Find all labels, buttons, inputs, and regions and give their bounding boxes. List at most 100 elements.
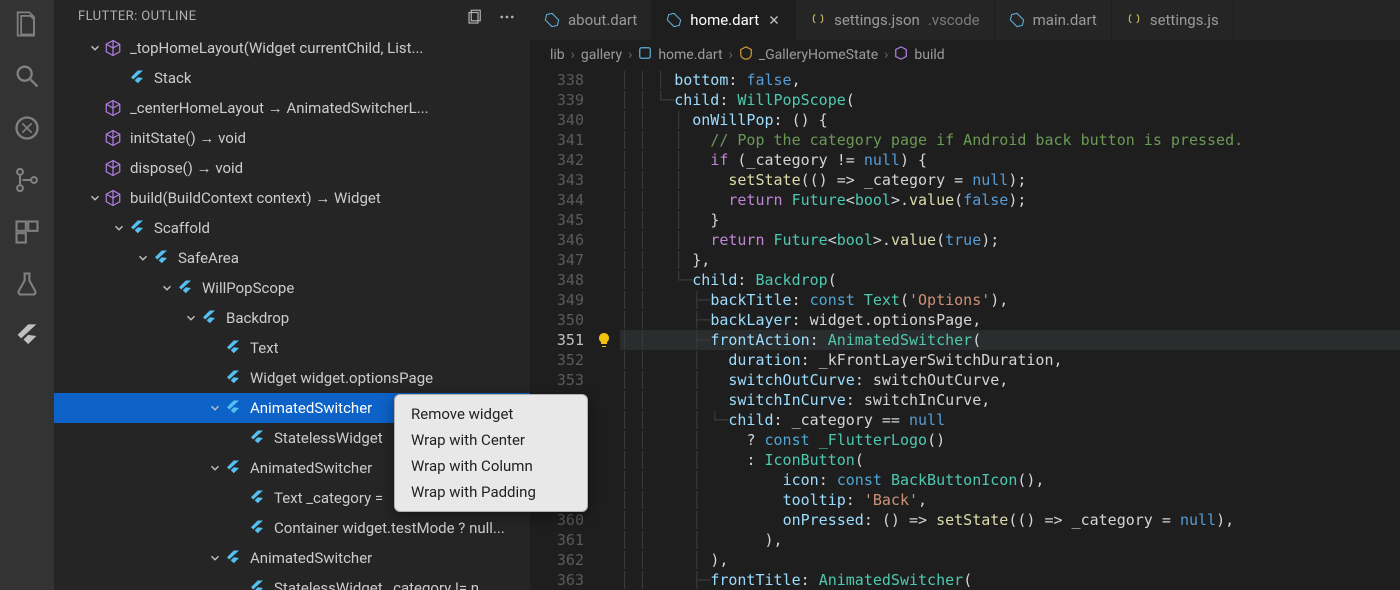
- files-icon[interactable]: [13, 10, 41, 38]
- code-line[interactable]: │ │ │ // Pop the category page if Androi…: [620, 130, 1400, 150]
- code-line[interactable]: │ │ └─child: WillPopScope(: [620, 90, 1400, 110]
- line-number: 361: [530, 530, 584, 550]
- outline-item-label: StatelessWidget _category != n...: [274, 579, 491, 590]
- source-control-icon[interactable]: [13, 166, 41, 194]
- close-icon[interactable]: [767, 13, 781, 27]
- context-menu-item[interactable]: Remove widget: [395, 401, 587, 427]
- breadcrumb[interactable]: lib›gallery›home.dart›_GalleryHomeState›…: [530, 40, 1400, 70]
- editor-tab[interactable]: main.dart: [995, 0, 1112, 40]
- code-line[interactable]: │ │ │ └─child: _category == null: [620, 410, 1400, 430]
- code-line[interactable]: │ │ │ }: [620, 210, 1400, 230]
- code-line[interactable]: │ │ │ : IconButton(: [620, 450, 1400, 470]
- editor-tab[interactable]: settings.js: [1112, 0, 1234, 40]
- method-icon: [104, 39, 122, 57]
- debug-icon[interactable]: [13, 114, 41, 142]
- code-line[interactable]: │ │ │ ),: [620, 530, 1400, 550]
- flutter-icon: [128, 69, 146, 87]
- code-line[interactable]: │ │ ├─backTitle: const Text('Options'),: [620, 290, 1400, 310]
- outline-item[interactable]: WillPopScope: [54, 273, 530, 303]
- code-line[interactable]: │ │ ├─frontAction: AnimatedSwitcher(: [620, 330, 1400, 350]
- outline-item[interactable]: Container widget.testMode ? null...: [54, 513, 530, 543]
- flutter-icon[interactable]: [13, 322, 41, 350]
- code-area[interactable]: 3383393403413423433443453463473483493503…: [530, 70, 1400, 590]
- outline-item-label: initState() → void: [130, 129, 246, 147]
- editor-group: about.darthome.dartsettings.json.vscodem…: [530, 0, 1400, 590]
- editor-tabs: about.darthome.dartsettings.json.vscode m…: [530, 0, 1400, 40]
- search-icon[interactable]: [13, 62, 41, 90]
- outline-item[interactable]: initState() → void: [54, 123, 530, 153]
- breadcrumb-segment[interactable]: gallery: [581, 47, 622, 63]
- code-line[interactable]: │ │ │ },: [620, 250, 1400, 270]
- breadcrumb-icon: [638, 46, 652, 64]
- code-line[interactable]: │ │ │ return Future<bool>.value(true);: [620, 230, 1400, 250]
- context-menu-item[interactable]: Wrap with Column: [395, 453, 587, 479]
- tab-label: main.dart: [1033, 11, 1097, 29]
- outline-item[interactable]: StatelessWidget _category != n...: [54, 573, 530, 590]
- code-line[interactable]: │ │ │ icon: const BackButtonIcon(),: [620, 470, 1400, 490]
- code-line[interactable]: │ │ │ duration: _kFrontLayerSwitchDurati…: [620, 350, 1400, 370]
- editor-tab[interactable]: settings.json.vscode: [796, 0, 995, 40]
- refactor-context-menu: Remove widgetWrap with CenterWrap with C…: [394, 394, 588, 512]
- extensions-icon[interactable]: [13, 218, 41, 246]
- code-line[interactable]: │ │ │ switchInCurve: switchInCurve,: [620, 390, 1400, 410]
- breadcrumb-segment[interactable]: build: [914, 47, 944, 63]
- breadcrumb-icon: [739, 46, 753, 64]
- flutter-icon: [248, 519, 266, 537]
- context-menu-item[interactable]: Wrap with Center: [395, 427, 587, 453]
- outline-item[interactable]: _centerHomeLayout → AnimatedSwitcherL...: [54, 93, 530, 123]
- outline-item[interactable]: Stack: [54, 63, 530, 93]
- code-line[interactable]: │ │ │ onWillPop: () {: [620, 110, 1400, 130]
- line-number: 347: [530, 250, 584, 270]
- outline-item-label: AnimatedSwitcher: [250, 399, 372, 417]
- beaker-icon[interactable]: [13, 270, 41, 298]
- method-icon: [104, 189, 122, 207]
- code-lines[interactable]: │ │ │ bottom: false,│ │ └─child: WillPop…: [620, 70, 1400, 590]
- tab-suffix: .vscode: [928, 11, 980, 29]
- code-line[interactable]: │ │ │ tooltip: 'Back',: [620, 490, 1400, 510]
- glyph-margin: [596, 70, 620, 590]
- line-number-gutter: 3383393403413423433443453463473483493503…: [530, 70, 596, 590]
- code-line[interactable]: │ │ ├─frontTitle: AnimatedSwitcher(: [620, 570, 1400, 590]
- breadcrumb-segment[interactable]: _GalleryHomeState: [759, 47, 878, 63]
- line-number: 338: [530, 70, 584, 90]
- outline-item[interactable]: Text: [54, 333, 530, 363]
- editor-tab[interactable]: home.dart: [652, 0, 796, 40]
- outline-item-label: Backdrop: [226, 309, 289, 327]
- outline-item-label: dispose() → void: [130, 159, 243, 177]
- outline-item[interactable]: Scaffold: [54, 213, 530, 243]
- flutter-icon: [224, 339, 242, 357]
- outline-item-label: Text _category =: [274, 489, 383, 507]
- outline-item[interactable]: Widget widget.optionsPage: [54, 363, 530, 393]
- breadcrumb-segment[interactable]: lib: [550, 47, 565, 63]
- outline-item-label: AnimatedSwitcher: [250, 459, 372, 477]
- lightbulb-icon[interactable]: [596, 332, 612, 348]
- outline-item[interactable]: _topHomeLayout(Widget currentChild, List…: [54, 33, 530, 63]
- code-line[interactable]: │ │ │ return Future<bool>.value(false);: [620, 190, 1400, 210]
- method-icon: [104, 159, 122, 177]
- code-line[interactable]: │ │ │ switchOutCurve: switchOutCurve,: [620, 370, 1400, 390]
- code-line[interactable]: │ │ └─child: Backdrop(: [620, 270, 1400, 290]
- outline-item-label: Scaffold: [154, 219, 210, 237]
- code-line[interactable]: │ │ ├─backLayer: widget.optionsPage,: [620, 310, 1400, 330]
- editor-tab[interactable]: about.dart: [530, 0, 652, 40]
- code-line[interactable]: │ │ │ ? const _FlutterLogo(): [620, 430, 1400, 450]
- code-line[interactable]: │ │ │ onPressed: () => setState(() => _c…: [620, 510, 1400, 530]
- outline-item-label: Stack: [154, 69, 191, 87]
- copy-icon[interactable]: [466, 8, 484, 26]
- outline-item-label: Container widget.testMode ? null...: [274, 519, 505, 537]
- outline-item[interactable]: build(BuildContext context) → Widget: [54, 183, 530, 213]
- code-line[interactable]: │ │ │ ),: [620, 550, 1400, 570]
- outline-item[interactable]: AnimatedSwitcher: [54, 543, 530, 573]
- line-number: 349: [530, 290, 584, 310]
- breadcrumb-segment[interactable]: home.dart: [658, 47, 722, 63]
- code-line[interactable]: │ │ │ bottom: false,: [620, 70, 1400, 90]
- line-number: 363: [530, 570, 584, 590]
- method-icon: [104, 99, 122, 117]
- more-icon[interactable]: [498, 8, 516, 26]
- code-line[interactable]: │ │ │ setState(() => _category = null);: [620, 170, 1400, 190]
- outline-item[interactable]: SafeArea: [54, 243, 530, 273]
- outline-item[interactable]: dispose() → void: [54, 153, 530, 183]
- code-line[interactable]: │ │ │ if (_category != null) {: [620, 150, 1400, 170]
- context-menu-item[interactable]: Wrap with Padding: [395, 479, 587, 505]
- outline-item[interactable]: Backdrop: [54, 303, 530, 333]
